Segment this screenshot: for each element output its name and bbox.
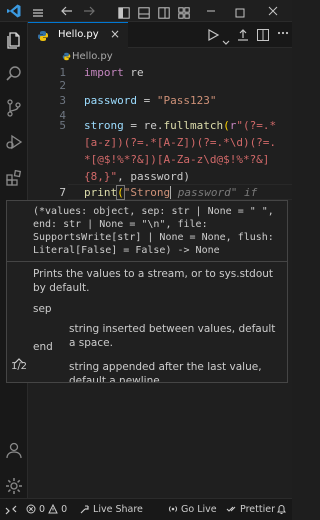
signature-pager: 1/2 — [10, 361, 28, 372]
double-check-icon — [226, 506, 236, 512]
extensions-icon[interactable] — [4, 168, 24, 188]
breadcrumb: Hello.py — [28, 48, 292, 66]
remote-icon — [5, 505, 17, 515]
problems-indicator[interactable]: 0 0 — [26, 503, 68, 515]
warning-count: 0 — [61, 504, 68, 515]
toggle-primary-sidebar-icon[interactable] — [118, 4, 134, 20]
signature-help-popup: (*values: object, sep: str | None = " ",… — [6, 200, 288, 383]
menu-icon[interactable] — [32, 4, 48, 20]
open-changes-icon[interactable] — [236, 27, 250, 46]
toggle-panel-icon[interactable] — [138, 4, 154, 20]
go-live-button[interactable]: Go Live — [168, 504, 217, 515]
broadcast-icon — [168, 506, 178, 512]
code-line-wrap: [a-z])(?=.*[A-Z])(?=.*\d)(?=. — [84, 136, 277, 149]
signature-text: (*values: object, sep: str | None = " ",… — [33, 206, 274, 256]
param-name: end — [33, 341, 53, 353]
explorer-icon[interactable] — [4, 30, 24, 50]
popup-divider — [7, 261, 287, 262]
live-share-icon — [80, 505, 89, 514]
warning-icon — [48, 503, 58, 514]
run-python-file-icon[interactable] — [206, 27, 220, 46]
param-description: string appended after the last value, de… — [69, 361, 262, 383]
next-signature-icon[interactable] — [13, 375, 25, 382]
previous-signature-icon[interactable] — [13, 350, 25, 364]
remote-indicator[interactable] — [0, 499, 22, 520]
code-line: 2 — [28, 79, 292, 95]
source-control-icon[interactable] — [4, 98, 24, 118]
minimize-icon[interactable] — [204, 3, 220, 19]
python-file-icon — [62, 52, 71, 61]
line-number: 3 — [59, 94, 66, 107]
tab-bar: Hello.py × — [28, 22, 292, 48]
code-line-wrap: {8,}", password) — [84, 170, 190, 183]
notifications-bell-icon[interactable] — [276, 504, 287, 516]
maximize-icon[interactable] — [234, 4, 250, 20]
vscode-logo-icon — [7, 4, 21, 18]
code-line: 5 strong = re.fullmatch(r"(?=.* — [28, 119, 292, 135]
error-icon — [26, 504, 36, 514]
line-number: 2 — [59, 79, 66, 92]
param-name: sep — [33, 303, 52, 315]
title-bar — [0, 0, 292, 22]
close-window-icon[interactable] — [266, 3, 282, 19]
tab-hello-py[interactable]: Hello.py × — [28, 22, 128, 48]
settings-gear-icon[interactable] — [4, 476, 24, 496]
code-line: 3 password = "Pass123" — [28, 94, 292, 110]
error-count: 0 — [39, 504, 46, 515]
back-arrow-icon[interactable] — [60, 3, 76, 19]
more-actions-icon[interactable] — [276, 25, 290, 44]
search-icon[interactable] — [4, 64, 24, 84]
tab-close-icon[interactable]: × — [110, 27, 120, 41]
code-line-wrap: *[@$!%*?&])[A-Za-z\d@$!%*?&] — [84, 153, 270, 166]
status-bar: 0 0 Live Share Go Live Prettier — [0, 498, 292, 520]
prettier-button[interactable]: Prettier — [226, 504, 275, 515]
python-file-icon — [38, 31, 48, 41]
customize-layout-icon[interactable] — [178, 4, 194, 20]
line-number: 5 — [59, 119, 66, 132]
live-share-button[interactable]: Live Share — [80, 504, 143, 515]
param-description: string inserted between values, default … — [69, 323, 276, 349]
account-icon[interactable] — [4, 440, 24, 460]
breadcrumb-file[interactable]: Hello.py — [72, 51, 113, 62]
tab-label: Hello.py — [58, 29, 99, 40]
run-debug-icon[interactable] — [4, 132, 24, 152]
line-number: 1 — [59, 66, 66, 79]
description-text: Prints the values to a stream, or to sys… — [33, 268, 274, 294]
line-number: 7 — [59, 186, 66, 199]
split-editor-icon[interactable] — [256, 27, 270, 46]
toggle-secondary-sidebar-icon[interactable] — [158, 4, 174, 20]
forward-arrow-icon[interactable] — [82, 3, 98, 19]
